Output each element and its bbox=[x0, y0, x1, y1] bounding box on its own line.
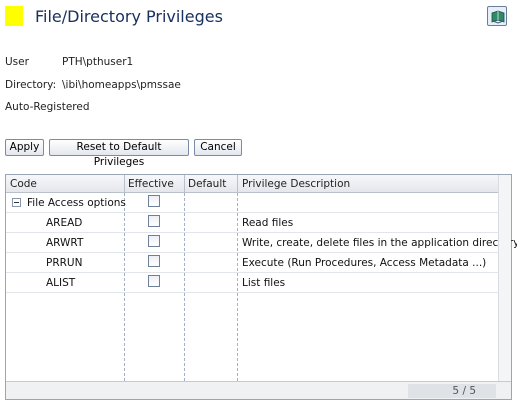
table-row: ALIST List files bbox=[6, 273, 498, 293]
group-row: File Access options bbox=[6, 193, 498, 213]
table-row: PRRUN Execute (Run Procedures, Access Me… bbox=[6, 253, 498, 273]
cancel-button[interactable]: Cancel bbox=[194, 139, 242, 156]
apply-button[interactable]: Apply bbox=[5, 139, 44, 156]
effective-checkbox[interactable] bbox=[148, 235, 160, 247]
directory-label: Directory: bbox=[5, 79, 57, 91]
title-bar: File/Directory Privileges bbox=[5, 4, 513, 30]
group-label: File Access options bbox=[27, 197, 126, 209]
column-header-effective[interactable]: Effective bbox=[128, 178, 174, 190]
column-divider bbox=[184, 175, 185, 193]
reset-defaults-button[interactable]: Reset to Default Privileges bbox=[49, 139, 189, 168]
privilege-description: List files bbox=[242, 277, 286, 289]
privilege-code: PRRUN bbox=[46, 257, 83, 269]
privilege-description: Write, create, delete files in the appli… bbox=[242, 237, 517, 249]
grid-footer: 5 / 5 bbox=[6, 381, 511, 399]
privilege-description: Execute (Run Procedures, Access Metadata… bbox=[242, 257, 487, 269]
column-header-description[interactable]: Privilege Description bbox=[242, 178, 350, 190]
privilege-code: ARWRT bbox=[46, 237, 84, 249]
registration-status: Auto-Registered bbox=[5, 101, 90, 113]
page-title: File/Directory Privileges bbox=[35, 7, 223, 26]
privilege-code: ALIST bbox=[46, 277, 76, 289]
column-header-code[interactable]: Code bbox=[10, 178, 37, 190]
group-effective-checkbox[interactable] bbox=[148, 195, 160, 207]
effective-checkbox[interactable] bbox=[148, 215, 160, 227]
user-label: User bbox=[5, 56, 29, 68]
table-row: AREAD Read files bbox=[6, 213, 498, 233]
book-help-icon[interactable] bbox=[487, 6, 507, 26]
grid-header: Code Effective Default Privilege Descrip… bbox=[6, 175, 511, 193]
privilege-code: AREAD bbox=[46, 217, 83, 229]
effective-checkbox[interactable] bbox=[148, 275, 160, 287]
directory-value: \ibi\homeapps\pmssae bbox=[62, 79, 181, 91]
table-row: ARWRT Write, create, delete files in the… bbox=[6, 233, 517, 253]
privileges-grid: Code Effective Default Privilege Descrip… bbox=[5, 174, 517, 400]
user-value: PTH\pthuser1 bbox=[62, 56, 134, 68]
column-divider bbox=[237, 175, 238, 193]
title-color-swatch bbox=[5, 6, 23, 26]
collapse-toggle-icon[interactable] bbox=[12, 198, 21, 207]
vertical-scrollbar[interactable] bbox=[498, 175, 511, 381]
column-header-default[interactable]: Default bbox=[188, 178, 226, 190]
page-indicator: 5 / 5 bbox=[408, 384, 496, 398]
effective-checkbox[interactable] bbox=[148, 255, 160, 267]
privilege-description: Read files bbox=[242, 217, 294, 229]
user-row: User PTH\pthuser1 bbox=[5, 56, 133, 68]
column-divider bbox=[124, 175, 125, 193]
directory-row: Directory: \ibi\homeapps\pmssae bbox=[5, 79, 181, 91]
